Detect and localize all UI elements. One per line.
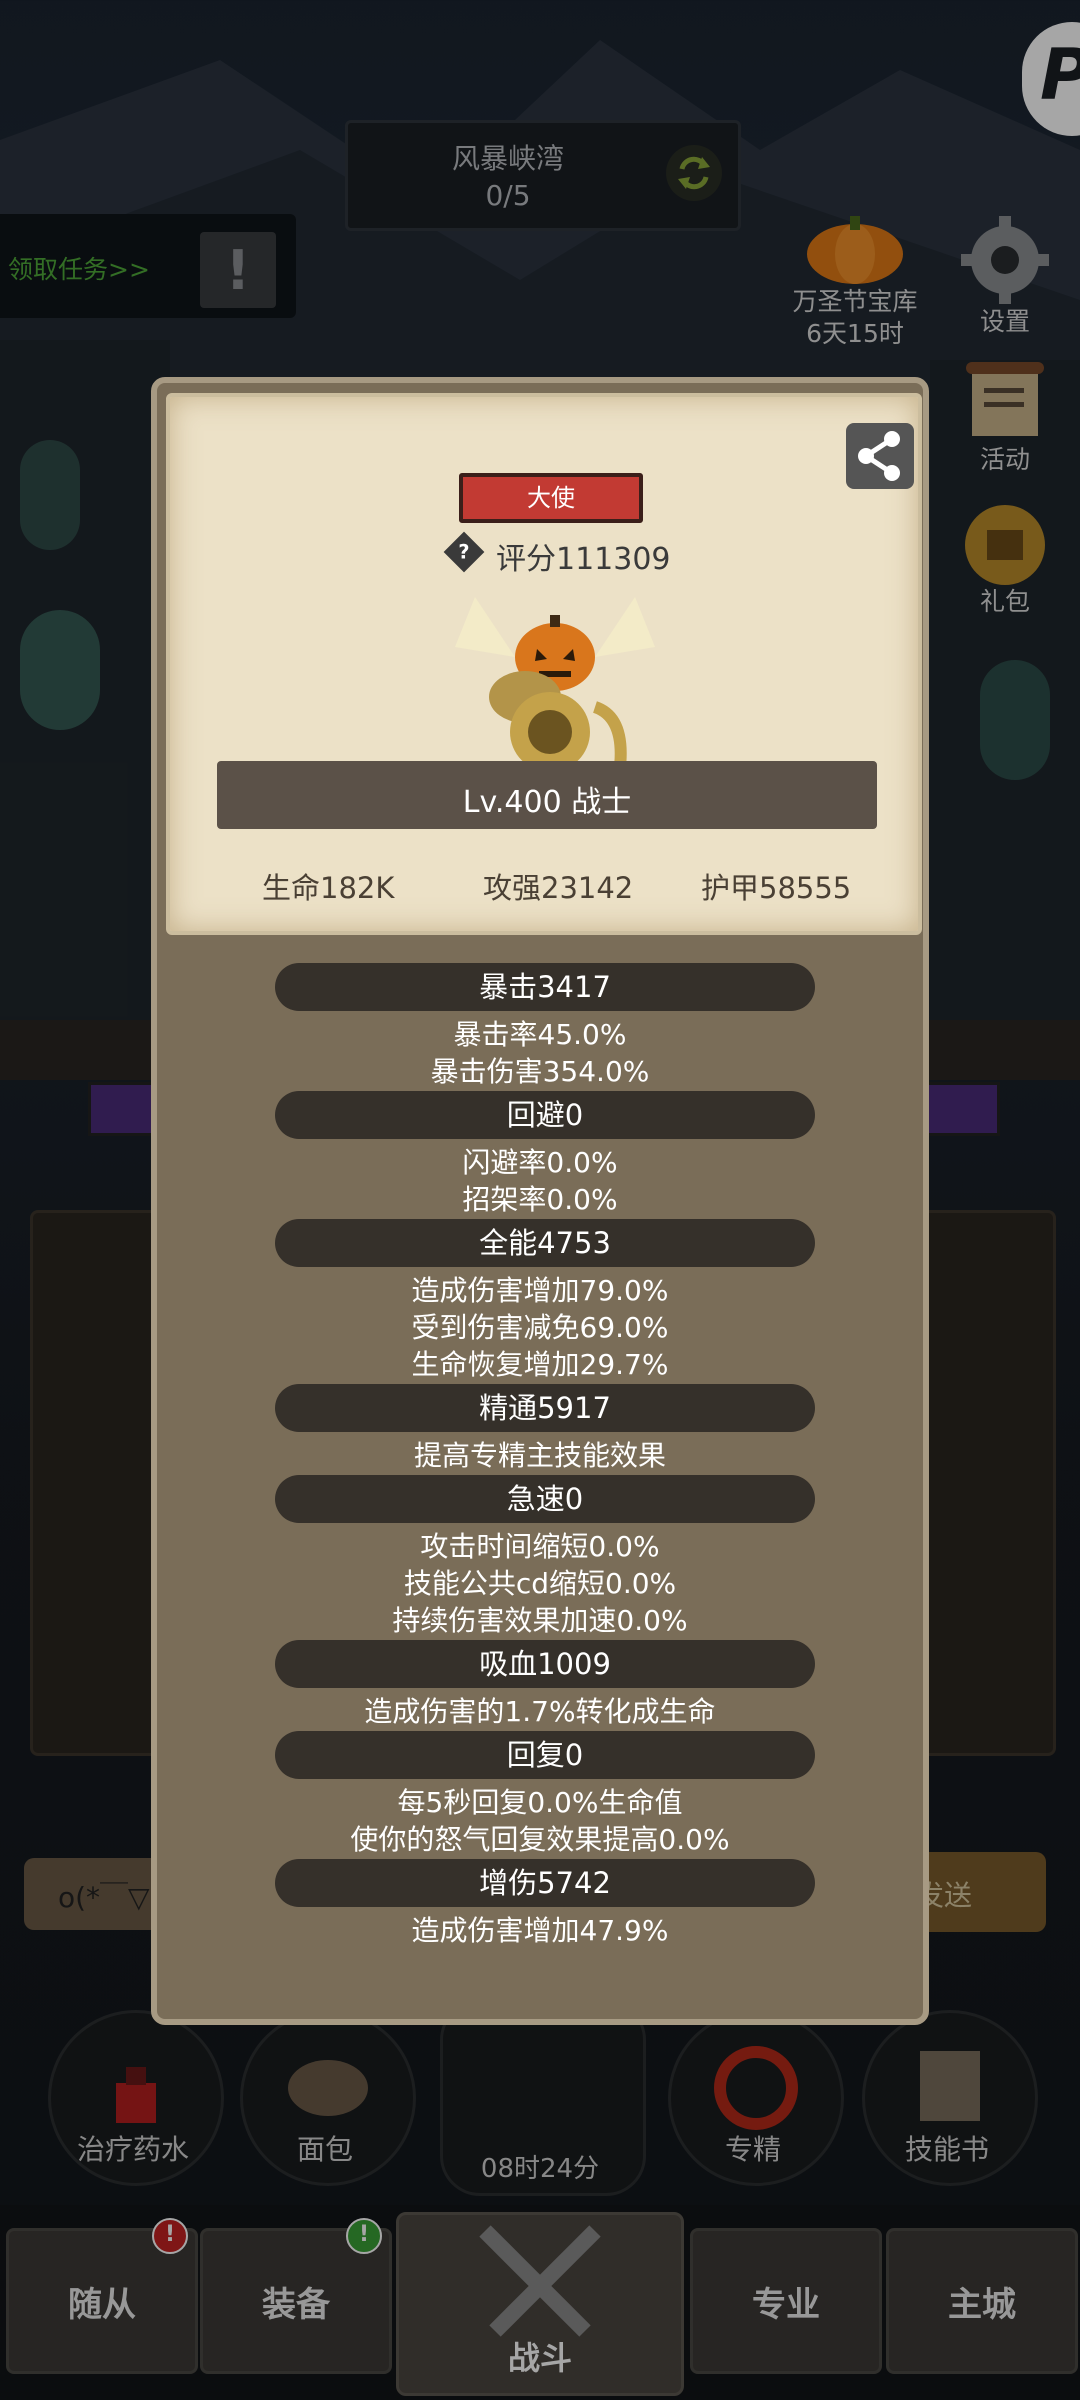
stat-line: 每5秒回复0.0%生命值 xyxy=(397,1786,683,1819)
stat-line: 造成伤害增加79.0% xyxy=(411,1274,669,1307)
stat-line: 攻击时间缩短0.0% xyxy=(420,1530,660,1563)
stat-line: 技能公共cd缩短0.0% xyxy=(403,1567,677,1600)
stat-line: 造成伤害增加47.9% xyxy=(411,1914,669,1947)
stat-line: 造成伤害的1.7%转化成生命 xyxy=(364,1695,716,1728)
score-value: 评分111309 xyxy=(496,542,671,577)
hero-stats-modal: 大使 ? 评分111309 Lv.400 战士 生命182K 攻强23142 护… xyxy=(151,377,929,2025)
stat-header-damage-bonus: 增伤5742 xyxy=(275,1859,815,1907)
stat-line: 暴击伤害354.0% xyxy=(430,1055,650,1088)
hero-card: 大使 ? 评分111309 Lv.400 战士 生命182K 攻强23142 护… xyxy=(166,393,922,935)
stat-line: 受到伤害减免69.0% xyxy=(411,1311,669,1344)
level-class-label: Lv.400 战士 xyxy=(462,785,632,820)
hero-title-badge: 大使 xyxy=(459,473,643,523)
stat-attack-power: 攻强23142 xyxy=(483,871,634,905)
stat-armor: 护甲58555 xyxy=(701,871,852,905)
share-icon xyxy=(858,431,900,481)
stat-header-versatility: 全能4753 xyxy=(275,1219,815,1267)
stat-line: 招架率0.0% xyxy=(462,1183,618,1216)
stat-line: 持续伤害效果加速0.0% xyxy=(392,1604,688,1637)
stat-health: 生命182K xyxy=(262,871,395,905)
stat-header-lifesteal: 吸血1009 xyxy=(275,1640,815,1688)
stat-line: 生命恢复增加29.7% xyxy=(411,1348,669,1381)
stat-header-regen: 回复0 xyxy=(275,1731,815,1779)
stat-header-crit: 暴击3417 xyxy=(275,963,815,1011)
stat-header-avoidance: 回避0 xyxy=(275,1091,815,1139)
stat-line: 闪避率0.0% xyxy=(462,1146,618,1179)
stat-header-mastery: 精通5917 xyxy=(275,1384,815,1432)
help-icon[interactable]: ? xyxy=(443,531,485,573)
stat-line: 提高专精主技能效果 xyxy=(413,1439,666,1472)
level-class-band: Lv.400 战士 xyxy=(217,761,877,829)
stat-line: 使你的怒气回复效果提高0.0% xyxy=(350,1823,730,1856)
stat-header-haste: 急速0 xyxy=(275,1475,815,1523)
share-button[interactable] xyxy=(846,423,914,489)
score-row: ? 评分111309 xyxy=(443,530,706,577)
hero-avatar xyxy=(455,597,655,772)
stat-line: 暴击率45.0% xyxy=(453,1018,627,1051)
